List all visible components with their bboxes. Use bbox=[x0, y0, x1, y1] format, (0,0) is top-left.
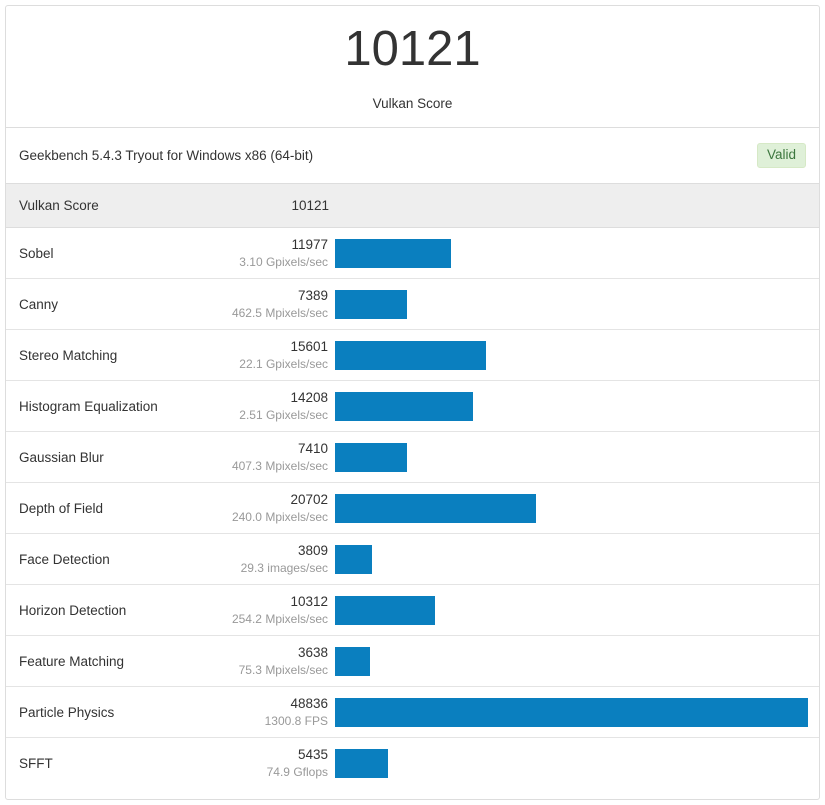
benchmark-score: 11977 bbox=[291, 236, 328, 252]
benchmark-bar-area bbox=[329, 483, 819, 533]
benchmark-bar-area bbox=[329, 687, 819, 737]
benchmark-score: 15601 bbox=[290, 338, 328, 354]
benchmark-bar bbox=[335, 697, 808, 727]
table-header-row: Vulkan Score 10121 bbox=[6, 184, 819, 228]
benchmark-bar bbox=[335, 391, 473, 421]
benchmark-rate: 75.3 Mpixels/sec bbox=[238, 662, 328, 677]
table-row[interactable]: SFFT 5435 74.9 Gflops bbox=[6, 738, 819, 789]
benchmark-score: 48836 bbox=[290, 695, 328, 711]
benchmark-name: Feature Matching bbox=[19, 653, 125, 669]
benchmark-bar-area bbox=[329, 228, 819, 278]
benchmark-rate: 29.3 images/sec bbox=[240, 560, 328, 575]
score-summary: 10121 Vulkan Score bbox=[6, 6, 819, 128]
benchmark-bar bbox=[335, 238, 451, 268]
benchmark-score: 3809 bbox=[297, 542, 328, 558]
benchmark-rate: 2.51 Gpixels/sec bbox=[239, 407, 328, 422]
benchmark-values: 48836 1300.8 FPS bbox=[211, 695, 329, 730]
benchmark-values: 20702 240.0 Mpixels/sec bbox=[211, 491, 329, 526]
benchmark-score: 7410 bbox=[297, 440, 328, 456]
benchmark-rate: 22.1 Gpixels/sec bbox=[239, 356, 328, 371]
table-row[interactable]: Gaussian Blur 7410 407.3 Mpixels/sec bbox=[6, 432, 819, 483]
benchmark-name: Sobel bbox=[19, 245, 54, 261]
benchmark-name: Horizon Detection bbox=[19, 602, 127, 618]
benchmark-bar bbox=[335, 646, 370, 676]
benchmark-score: 10312 bbox=[290, 593, 328, 609]
benchmark-bar-area bbox=[329, 636, 819, 686]
benchmark-results-table: Vulkan Score 10121 Sobel 11977 3.10 Gpixel… bbox=[6, 184, 819, 789]
benchmark-version-text: Geekbench 5.4.3 Tryout for Windows x86 (… bbox=[19, 148, 314, 163]
benchmark-values: 7410 407.3 Mpixels/sec bbox=[211, 440, 329, 475]
benchmark-rate: 254.2 Mpixels/sec bbox=[231, 611, 328, 626]
benchmark-values: 3638 75.3 Mpixels/sec bbox=[211, 644, 329, 679]
table-header-bar-area bbox=[329, 184, 819, 227]
benchmark-rate: 462.5 Mpixels/sec bbox=[231, 305, 328, 320]
benchmark-bar-area bbox=[329, 279, 819, 329]
benchmark-score: 5435 bbox=[297, 747, 328, 762]
benchmark-bar-area bbox=[329, 738, 819, 789]
benchmark-score: 7389 bbox=[297, 287, 328, 303]
benchmark-values: 15601 22.1 Gpixels/sec bbox=[211, 338, 329, 373]
geekbench-result-page: 10121 Vulkan Score Geekbench 5.4.3 Tryou… bbox=[0, 0, 825, 805]
benchmark-rate: 74.9 Gflops bbox=[266, 765, 328, 779]
benchmark-bar bbox=[335, 749, 388, 778]
benchmark-name: Particle Physics bbox=[19, 704, 115, 720]
benchmark-name: Histogram Equalization bbox=[19, 398, 158, 414]
benchmark-score: 20702 bbox=[290, 491, 328, 507]
benchmark-name: Canny bbox=[19, 296, 59, 312]
benchmark-meta-bar: Geekbench 5.4.3 Tryout for Windows x86 (… bbox=[6, 128, 819, 184]
benchmark-bar bbox=[335, 340, 486, 370]
benchmark-name: Depth of Field bbox=[19, 500, 104, 516]
result-card: 10121 Vulkan Score Geekbench 5.4.3 Tryou… bbox=[5, 5, 820, 800]
benchmark-score: 3638 bbox=[297, 644, 328, 660]
benchmark-name: SFFT bbox=[19, 756, 53, 771]
hero-score-value: 10121 bbox=[344, 21, 481, 76]
benchmark-rate: 240.0 Mpixels/sec bbox=[231, 509, 328, 524]
table-row[interactable]: Feature Matching 3638 75.3 Mpixels/sec bbox=[6, 636, 819, 687]
benchmark-name: Face Detection bbox=[19, 551, 110, 567]
benchmark-bar-area bbox=[329, 534, 819, 584]
table-row[interactable]: Horizon Detection 10312 254.2 Mpixels/sec bbox=[6, 585, 819, 636]
table-header-score: 10121 bbox=[291, 198, 329, 213]
benchmark-bar bbox=[335, 442, 407, 472]
benchmark-values: 3809 29.3 images/sec bbox=[211, 542, 329, 577]
table-header-label: Vulkan Score bbox=[19, 198, 99, 213]
table-row[interactable]: Face Detection 3809 29.3 images/sec bbox=[6, 534, 819, 585]
benchmark-score: 14208 bbox=[290, 389, 328, 405]
table-row[interactable]: Stereo Matching 15601 22.1 Gpixels/sec bbox=[6, 330, 819, 381]
benchmark-bar bbox=[335, 544, 372, 574]
benchmark-bar-area bbox=[329, 432, 819, 482]
status-badge: Valid bbox=[756, 143, 806, 168]
benchmark-values: 11977 3.10 Gpixels/sec bbox=[211, 236, 329, 271]
benchmark-rate: 407.3 Mpixels/sec bbox=[231, 458, 328, 473]
table-row[interactable]: Sobel 11977 3.10 Gpixels/sec bbox=[6, 228, 819, 279]
benchmark-rate: 3.10 Gpixels/sec bbox=[239, 254, 328, 269]
benchmark-name: Stereo Matching bbox=[19, 347, 118, 363]
benchmark-bar bbox=[335, 493, 536, 523]
benchmark-values: 5435 74.9 Gflops bbox=[211, 746, 329, 781]
hero-score-label: Vulkan Score bbox=[372, 95, 453, 111]
benchmark-values: 10312 254.2 Mpixels/sec bbox=[211, 593, 329, 628]
benchmark-rate: 1300.8 FPS bbox=[264, 713, 328, 728]
benchmark-bar bbox=[335, 289, 407, 319]
benchmark-values: 14208 2.51 Gpixels/sec bbox=[211, 389, 329, 424]
benchmark-bar-area bbox=[329, 585, 819, 635]
benchmark-values: 7389 462.5 Mpixels/sec bbox=[211, 287, 329, 322]
table-row[interactable]: Canny 7389 462.5 Mpixels/sec bbox=[6, 279, 819, 330]
table-rows-container: Sobel 11977 3.10 Gpixels/sec Canny 7389 462.5… bbox=[6, 228, 819, 789]
benchmark-name: Gaussian Blur bbox=[19, 449, 104, 465]
table-row[interactable]: Particle Physics 48836 1300.8 FPS bbox=[6, 687, 819, 738]
table-row[interactable]: Depth of Field 20702 240.0 Mpixels/sec bbox=[6, 483, 819, 534]
benchmark-bar bbox=[335, 595, 435, 625]
benchmark-bar-area bbox=[329, 330, 819, 380]
benchmark-bar-area bbox=[329, 381, 819, 431]
table-row[interactable]: Histogram Equalization 14208 2.51 Gpixels/… bbox=[6, 381, 819, 432]
